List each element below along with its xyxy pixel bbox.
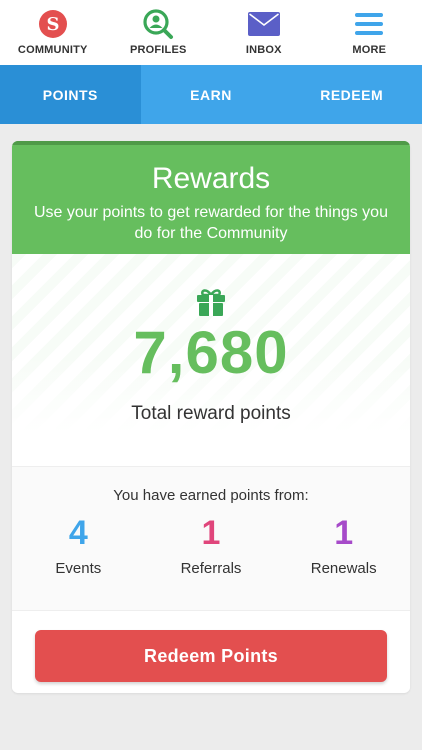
tab-earn[interactable]: EARN	[141, 65, 282, 124]
redeem-points-button[interactable]: Redeem Points	[35, 630, 387, 682]
stat-renewals: 1 Renewals	[277, 514, 410, 577]
rewards-header: Rewards Use your points to get rewarded …	[12, 141, 410, 254]
envelope-icon	[247, 8, 280, 40]
stat-renewals-label: Renewals	[310, 560, 377, 577]
nav-profiles[interactable]: PROFILES	[106, 0, 212, 65]
stat-referrals-label: Referrals	[180, 560, 242, 577]
nav-more-label: MORE	[352, 44, 387, 56]
tab-redeem[interactable]: REDEEM	[281, 65, 422, 124]
nav-inbox[interactable]: INBOX	[211, 0, 317, 65]
stat-referrals: 1 Referrals	[145, 514, 278, 577]
tab-points[interactable]: POINTS	[0, 65, 141, 124]
profile-search-icon	[142, 8, 174, 40]
rewards-subtitle: Use your points to get rewarded for the …	[34, 204, 388, 242]
stat-events-label: Events	[55, 560, 102, 577]
rewards-card: Rewards Use your points to get rewarded …	[12, 141, 410, 693]
earned-title: You have earned points from:	[113, 487, 309, 504]
nav-profiles-label: PROFILES	[129, 44, 187, 56]
total-points-value: 7,680	[133, 319, 289, 386]
rewards-title: Rewards	[151, 162, 271, 195]
svg-text:S: S	[46, 14, 59, 35]
hamburger-menu-icon	[353, 8, 385, 40]
stat-events-value: 4	[68, 514, 88, 552]
earned-stats: 4 Events 1 Referrals 1 Renewals	[12, 514, 410, 577]
nav-community[interactable]: S COMMUNITY	[0, 0, 106, 65]
stat-referrals-value: 1	[201, 514, 221, 552]
gift-icon	[12, 254, 410, 321]
stat-events: 4 Events	[12, 514, 145, 577]
earned-breakdown: You have earned points from: 4 Events 1 …	[12, 467, 410, 610]
points-summary: 7,680 Total reward points	[12, 254, 410, 466]
rewards-tabs: POINTS EARN REDEEM	[0, 65, 422, 124]
community-logo-icon: S	[37, 8, 69, 40]
nav-more[interactable]: MORE	[317, 0, 422, 65]
nav-community-label: COMMUNITY	[17, 44, 88, 56]
top-navigation: S COMMUNITY PROFILES INBOX MORE	[0, 0, 422, 65]
redeem-area: Redeem Points	[12, 611, 410, 690]
stat-renewals-value: 1	[334, 514, 354, 552]
nav-inbox-label: INBOX	[245, 44, 282, 56]
total-points-label: Total reward points	[131, 403, 291, 424]
